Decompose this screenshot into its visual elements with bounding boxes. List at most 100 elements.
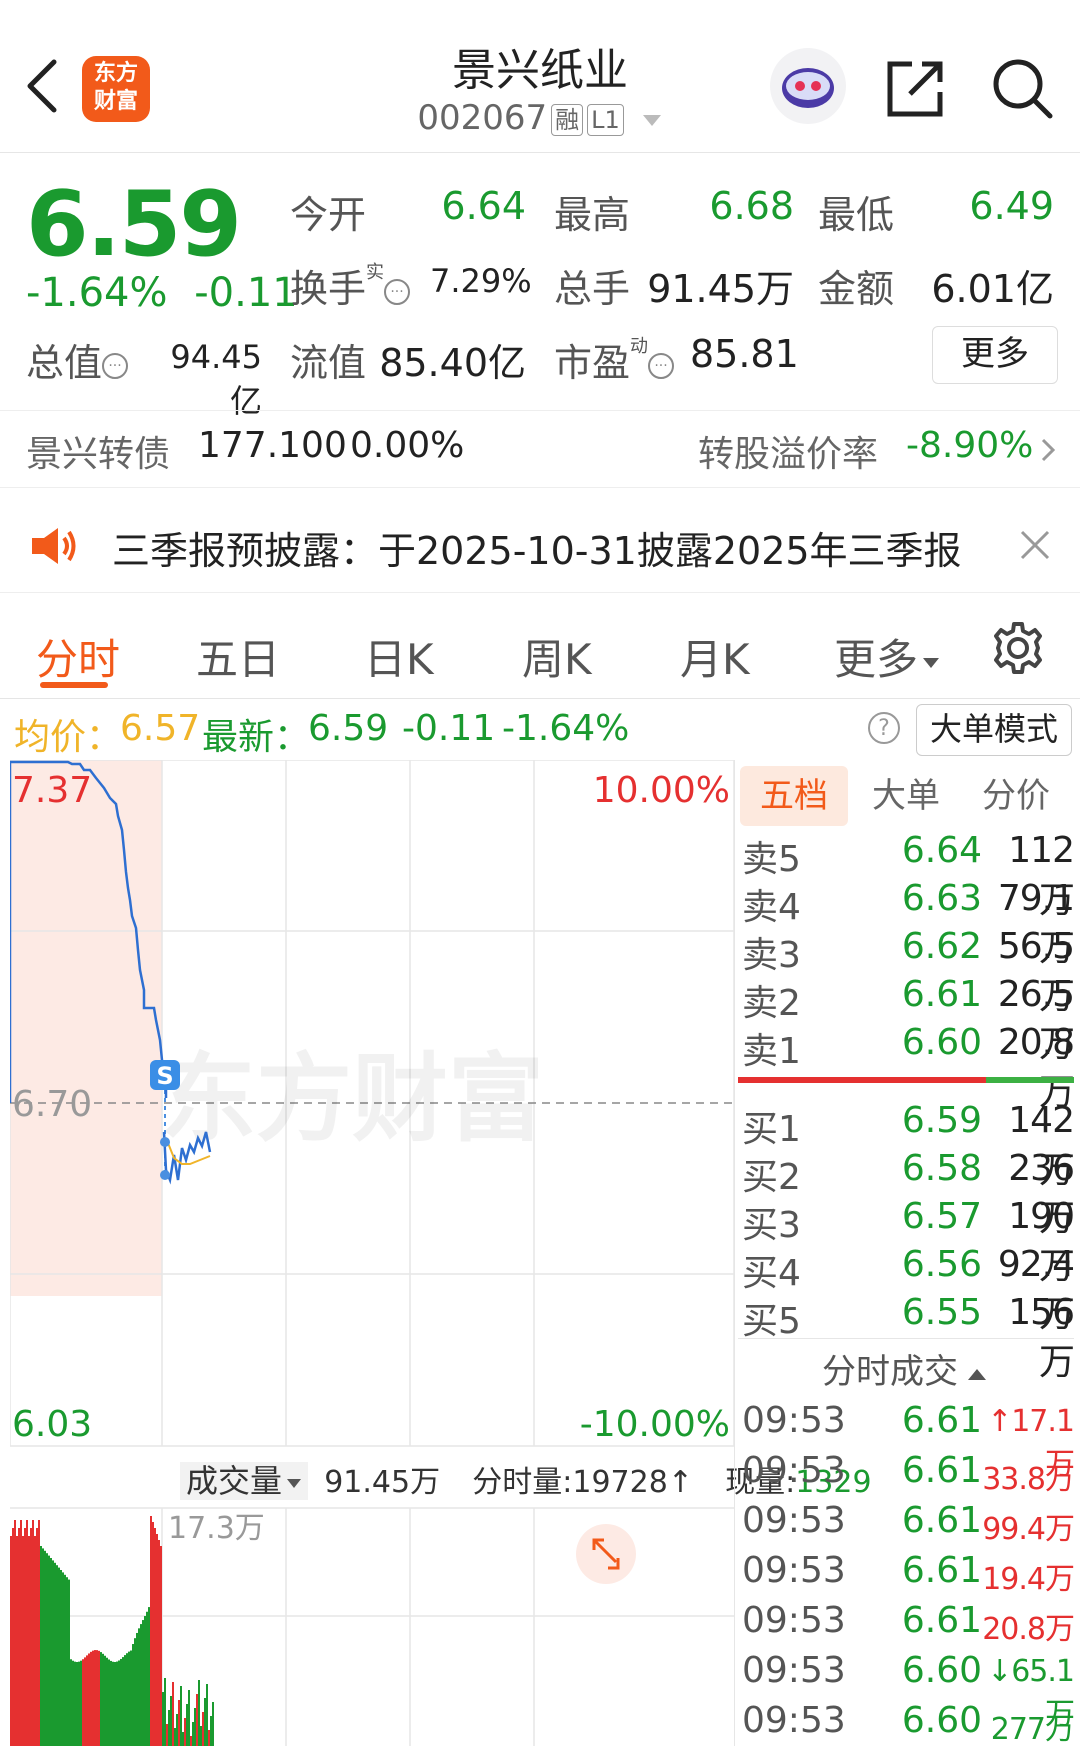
panel-divider (734, 760, 735, 1746)
turnover-label[interactable]: 换手实··· (290, 258, 411, 313)
low-label: 最低 (818, 193, 895, 237)
volume-bar (160, 1546, 162, 1746)
volume-bar (162, 1692, 164, 1746)
volume-bar (144, 1616, 146, 1746)
tab-more-label: 更多 (834, 635, 919, 684)
intraday-chart[interactable]: 东方财富 7.37 6.70 6.03 10.00% -10.00% S 17.… (10, 760, 734, 1746)
more-dots-icon[interactable]: ··· (648, 352, 675, 379)
volume-bar (130, 1650, 132, 1746)
volume-selector[interactable]: 成交量 (180, 1462, 309, 1500)
bid-row-3[interactable]: 买3 6.57 190万 (742, 1196, 1075, 1287)
volume-bar (212, 1702, 214, 1746)
volume-bar (154, 1528, 156, 1746)
latest-change: -0.11 (402, 708, 496, 749)
volume-bar (140, 1624, 142, 1746)
volume-bar (52, 1560, 54, 1746)
volume-bar (206, 1684, 208, 1746)
ask-row-1[interactable]: 卖1 6.60 20.8万 (742, 1022, 1075, 1113)
tab-five-day[interactable]: 五日 (196, 626, 280, 687)
volume-selector-label: 成交量 (186, 1462, 283, 1500)
volume-bar (58, 1567, 60, 1746)
tab-weekly-k[interactable]: 周K (522, 626, 592, 687)
volume-bar (32, 1520, 34, 1746)
volume-bar (172, 1682, 174, 1746)
bid-price: 6.55 (901, 1292, 982, 1333)
more-button[interactable]: 更多 (932, 326, 1058, 384)
tab-price-distribution[interactable]: 分价 (962, 766, 1070, 826)
watermark: 东方财富 (160, 1043, 544, 1155)
volume-bar (176, 1714, 178, 1746)
share-icon[interactable] (884, 56, 948, 120)
volume-bar (116, 1661, 118, 1746)
ai-assistant-icon[interactable] (770, 48, 846, 124)
volume-bar (200, 1726, 202, 1746)
more-dots-icon[interactable]: ··· (384, 278, 411, 305)
settings-gear-icon[interactable] (990, 620, 1046, 676)
market-cap-label[interactable]: 总值 ··· (26, 332, 129, 387)
pct-max-label: 10.00% (593, 770, 730, 811)
depth-tabs: 五档 大单 分价 (738, 766, 1072, 826)
search-icon[interactable] (990, 56, 1054, 120)
bid-row-5[interactable]: 买5 6.55 156万 (742, 1292, 1075, 1383)
help-icon[interactable]: ? (868, 712, 900, 744)
tick-price: 6.61 (901, 1500, 982, 1541)
float-cap-label: 流值 (290, 341, 367, 385)
y-mid-label: 6.70 (12, 1084, 92, 1125)
volume-bar (138, 1628, 140, 1746)
volume-bar (18, 1528, 20, 1746)
ask-row-4[interactable]: 卖4 6.63 79.1万 (742, 878, 1075, 969)
tick-time: 09:53 (742, 1450, 846, 1491)
event-marker-s[interactable]: S (150, 1060, 180, 1090)
volume-total: 91.45万 (324, 1465, 441, 1500)
bid-row-1[interactable]: 买1 6.59 142万 (742, 1100, 1075, 1191)
pe-label[interactable]: 市盈动··· (554, 332, 675, 387)
bid-row-4[interactable]: 买4 6.56 92.4万 (742, 1244, 1075, 1335)
tab-five-level[interactable]: 五档 (740, 766, 848, 826)
tick-time: 09:53 (742, 1550, 846, 1591)
tab-monthly-k[interactable]: 月K (680, 626, 750, 687)
high-label: 最高 (554, 193, 631, 237)
volume-bar (158, 1540, 160, 1746)
caret-down-icon (287, 1479, 302, 1488)
tab-daily-k[interactable]: 日K (364, 626, 434, 687)
eastmoney-logo[interactable]: 东方 财富 (82, 56, 150, 122)
more-dots-icon[interactable]: ··· (102, 352, 129, 379)
tick-trades-title: 分时成交 (822, 1352, 958, 1392)
change-percent: -1.64% (26, 270, 168, 316)
ask-row-3[interactable]: 卖3 6.62 56.5万 (742, 926, 1075, 1017)
tick-volume: 19.4万 (982, 1562, 1075, 1597)
latest-value: 6.59 (308, 708, 389, 749)
volume-bar (50, 1558, 52, 1746)
expand-button[interactable] (576, 1524, 636, 1584)
back-arrow-icon[interactable] (24, 56, 60, 116)
notice-banner[interactable]: 三季报预披露：于2025-10-31披露2025年三季报 (0, 500, 1080, 593)
volume-bar (108, 1659, 110, 1746)
ask-row-5[interactable]: 卖5 6.64 112万 (742, 830, 1075, 921)
margin-tag: 融 (551, 103, 584, 136)
stock-code-line[interactable]: 002067 融 L1 (340, 98, 740, 138)
pe-value: 85.81 (690, 332, 799, 376)
close-icon[interactable] (1018, 528, 1052, 562)
divider (738, 1338, 1074, 1339)
volume-bar (42, 1548, 44, 1746)
bid-row-2[interactable]: 买2 6.58 236万 (742, 1148, 1075, 1239)
volume-bar (76, 1662, 78, 1746)
current-price: 6.59 (26, 172, 242, 277)
ask-row-2[interactable]: 卖2 6.61 26.5万 (742, 974, 1075, 1065)
big-order-mode-button[interactable]: 大单模式 (916, 704, 1072, 756)
tick-price: 6.60 (901, 1700, 982, 1741)
tab-more[interactable]: 更多 (834, 626, 940, 687)
tick-time: 09:53 (742, 1650, 846, 1691)
latest-change-pct: -1.64% (502, 708, 630, 749)
price-change: -1.64% -0.11 (26, 270, 298, 316)
tick-volume: 99.4万 (982, 1512, 1075, 1547)
volume-label: 总手 (554, 267, 631, 311)
premium-value: -8.90% (906, 425, 1034, 466)
tab-intraday[interactable]: 分时 (36, 626, 120, 687)
volume-bar (120, 1658, 122, 1746)
tick-trades-header[interactable]: 分时成交 (738, 1344, 1072, 1393)
tab-big-order[interactable]: 大单 (852, 766, 960, 826)
avg-price-value: 6.57 (120, 708, 201, 749)
volume-bar (64, 1574, 66, 1746)
convertible-bond-row[interactable]: 景兴转债 177.100 0.00% 转股溢价率 -8.90% (0, 410, 1080, 488)
